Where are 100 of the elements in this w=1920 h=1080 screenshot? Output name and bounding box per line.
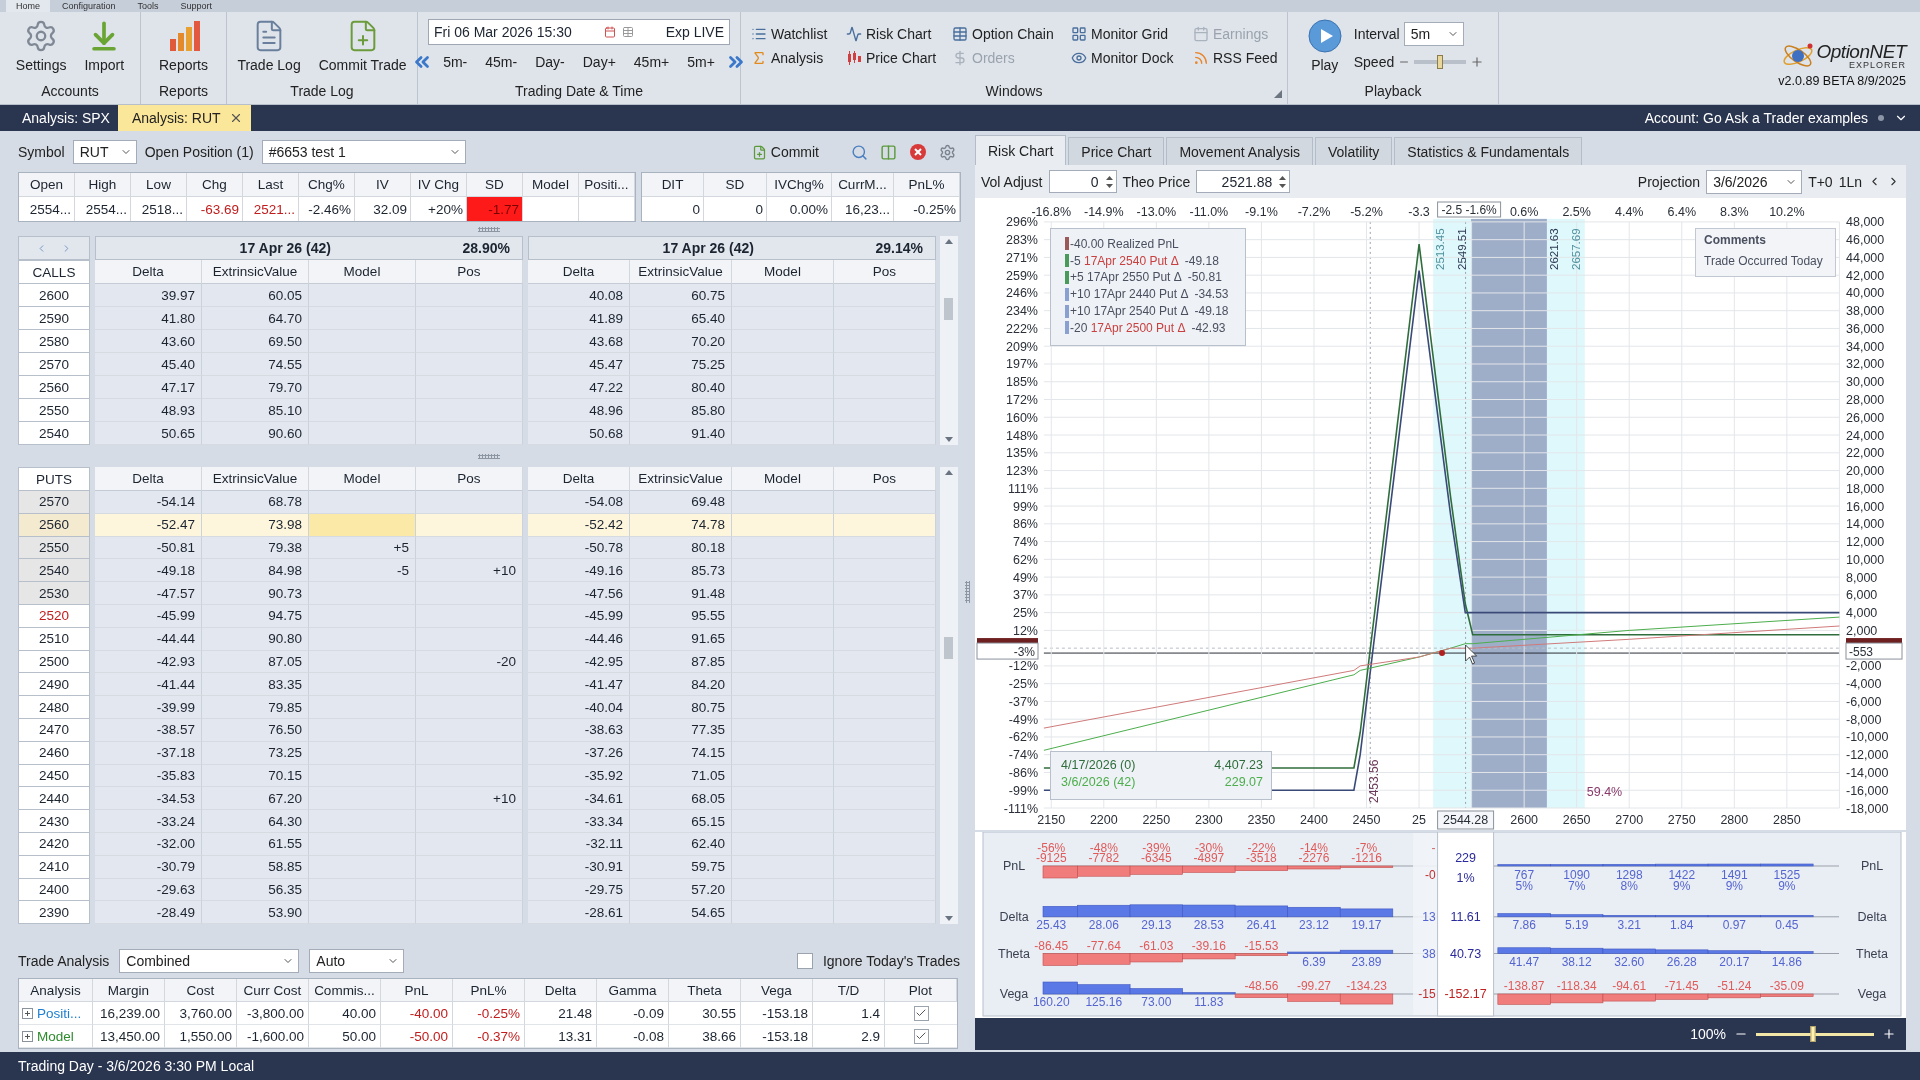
row-name[interactable]: Model: [37, 1028, 74, 1044]
greek-value: 1090: [1563, 868, 1591, 882]
strike-cell[interactable]: 2510: [18, 627, 90, 651]
window-button[interactable]: RSS Feed: [1193, 50, 1285, 66]
launcher-icon[interactable]: [1274, 90, 1282, 98]
strike-cell[interactable]: 2410: [18, 855, 90, 879]
strike-cell[interactable]: 2490: [18, 673, 90, 697]
search-icon[interactable]: [851, 143, 868, 161]
table-cell: 59.75: [630, 855, 732, 879]
ribbon-button[interactable]: Commit Trade: [312, 17, 413, 75]
scale-select[interactable]: Auto: [309, 949, 405, 974]
strike-cell[interactable]: 2560: [18, 513, 90, 537]
vol-adjust-field[interactable]: 0: [1048, 170, 1117, 193]
scrollbar[interactable]: [940, 467, 958, 925]
resize-grip[interactable]: [965, 580, 970, 603]
window-button[interactable]: Option Chain: [952, 26, 1071, 42]
close-icon[interactable]: [909, 143, 927, 161]
strike-cell[interactable]: 2590: [18, 307, 90, 330]
strike-cell[interactable]: 2500: [18, 650, 90, 674]
ribbon-button[interactable]: Trade Log: [231, 17, 307, 75]
table-cell: 70.15: [202, 764, 309, 788]
expand-icon[interactable]: [22, 1030, 33, 1042]
strike-cell[interactable]: 2450: [18, 764, 90, 788]
strike-cell[interactable]: 2520: [18, 605, 90, 628]
step-button[interactable]: 5m-: [435, 52, 476, 72]
menu-tab[interactable]: Home: [6, 0, 50, 12]
chart-tab[interactable]: Statistics & Fundamentals: [1394, 137, 1583, 165]
strike-cell[interactable]: 2470: [18, 718, 90, 742]
settings-icon[interactable]: [939, 143, 956, 161]
strike-cell[interactable]: 2440: [18, 787, 90, 811]
symbol-select[interactable]: RUT: [72, 140, 137, 164]
strike-cell[interactable]: 2400: [18, 878, 90, 902]
slider-thumb[interactable]: [1810, 1026, 1816, 1042]
chart-tab[interactable]: Price Chart: [1068, 137, 1165, 165]
slider-thumb[interactable]: [1437, 55, 1444, 69]
percent-axis-label: -25%: [1008, 677, 1038, 692]
menu-tab[interactable]: Support: [170, 0, 223, 12]
scrollbar[interactable]: [940, 236, 958, 445]
scroll-thumb[interactable]: [944, 637, 953, 659]
strike-cell[interactable]: 2600: [18, 284, 90, 307]
strike-cell[interactable]: 2560: [18, 376, 90, 399]
strike-cell[interactable]: 2420: [18, 832, 90, 856]
play-button[interactable]: Play: [1301, 17, 1348, 75]
table-cell: 80.18: [630, 536, 732, 560]
strike-cell[interactable]: 2570: [18, 353, 90, 376]
ribbon-button[interactable]: Import: [78, 17, 131, 75]
strike-cell[interactable]: 2540: [18, 422, 90, 445]
strike-cell[interactable]: 2480: [18, 696, 90, 719]
menu-tab[interactable]: Configuration: [52, 0, 126, 12]
expand-icon[interactable]: [22, 1007, 33, 1019]
strike-cell[interactable]: 2570: [18, 491, 90, 514]
iv-label: 28.90%: [462, 240, 510, 256]
theo-price-field[interactable]: 2521.88: [1196, 170, 1291, 193]
strike-cell[interactable]: 2390: [18, 901, 90, 925]
step-button[interactable]: 45m+: [625, 52, 678, 72]
chart-tab[interactable]: Volatility: [1315, 137, 1393, 165]
resize-grip[interactable]: [478, 453, 500, 459]
ribbon-button[interactable]: Settings: [9, 17, 73, 75]
scroll-thumb[interactable]: [944, 298, 953, 320]
column-header: CurrM...: [832, 173, 894, 197]
window-button[interactable]: Analysis: [751, 50, 846, 66]
interval-select[interactable]: 5m: [1403, 22, 1464, 46]
zoom-in-icon[interactable]: [1882, 1027, 1896, 1041]
document-tab[interactable]: Analysis: RUT: [117, 105, 251, 131]
strike-cell[interactable]: 2530: [18, 582, 90, 605]
window-button[interactable]: Watchlist: [751, 26, 846, 42]
plus-icon[interactable]: [1470, 55, 1485, 69]
step-button[interactable]: Day-: [527, 52, 573, 72]
plot-checkbox[interactable]: [913, 1005, 929, 1021]
x-axis-label: 2200: [1089, 813, 1118, 827]
greek-value: 9%: [1725, 879, 1743, 893]
datetime-field[interactable]: Fri 06 Mar 2026 15:30 Exp LIVE: [428, 19, 730, 45]
strike-cell[interactable]: 2540: [18, 559, 90, 583]
plot-checkbox[interactable]: [913, 1028, 929, 1044]
row-name[interactable]: Positi...: [37, 1005, 82, 1021]
step-button[interactable]: Day+: [574, 52, 624, 72]
menu-tab[interactable]: Tools: [127, 0, 169, 12]
strike-cell[interactable]: 2550: [18, 536, 90, 560]
mode-select[interactable]: Combined: [119, 949, 300, 974]
position-select[interactable]: #6653 test 1: [261, 140, 466, 164]
step-button[interactable]: 5m+: [679, 52, 723, 72]
resize-grip[interactable]: [478, 226, 500, 232]
ribbon-button[interactable]: Reports: [153, 17, 214, 75]
greek-bar: [1550, 993, 1604, 1004]
projection-select[interactable]: 3/6/2026: [1706, 169, 1803, 194]
strike-cell[interactable]: 2550: [18, 399, 90, 422]
strike-cell[interactable]: 2580: [18, 330, 90, 353]
strike-cell[interactable]: 2430: [18, 810, 90, 833]
chart-tab[interactable]: Movement Analysis: [1166, 137, 1313, 165]
window-button[interactable]: Monitor Dock: [1071, 50, 1193, 66]
window-button[interactable]: Monitor Grid: [1071, 26, 1193, 42]
window-button[interactable]: Risk Chart: [846, 26, 952, 42]
step-button[interactable]: 45m-: [477, 52, 526, 72]
commit-button[interactable]: Commit: [745, 143, 825, 161]
strike-cell[interactable]: 2460: [18, 741, 90, 765]
document-tab[interactable]: Analysis: SPX: [8, 105, 118, 131]
columns-icon[interactable]: [880, 143, 897, 161]
window-button[interactable]: Price Chart: [846, 50, 952, 66]
chart-tab[interactable]: Risk Chart: [975, 135, 1067, 165]
checkbox[interactable]: [796, 953, 813, 970]
